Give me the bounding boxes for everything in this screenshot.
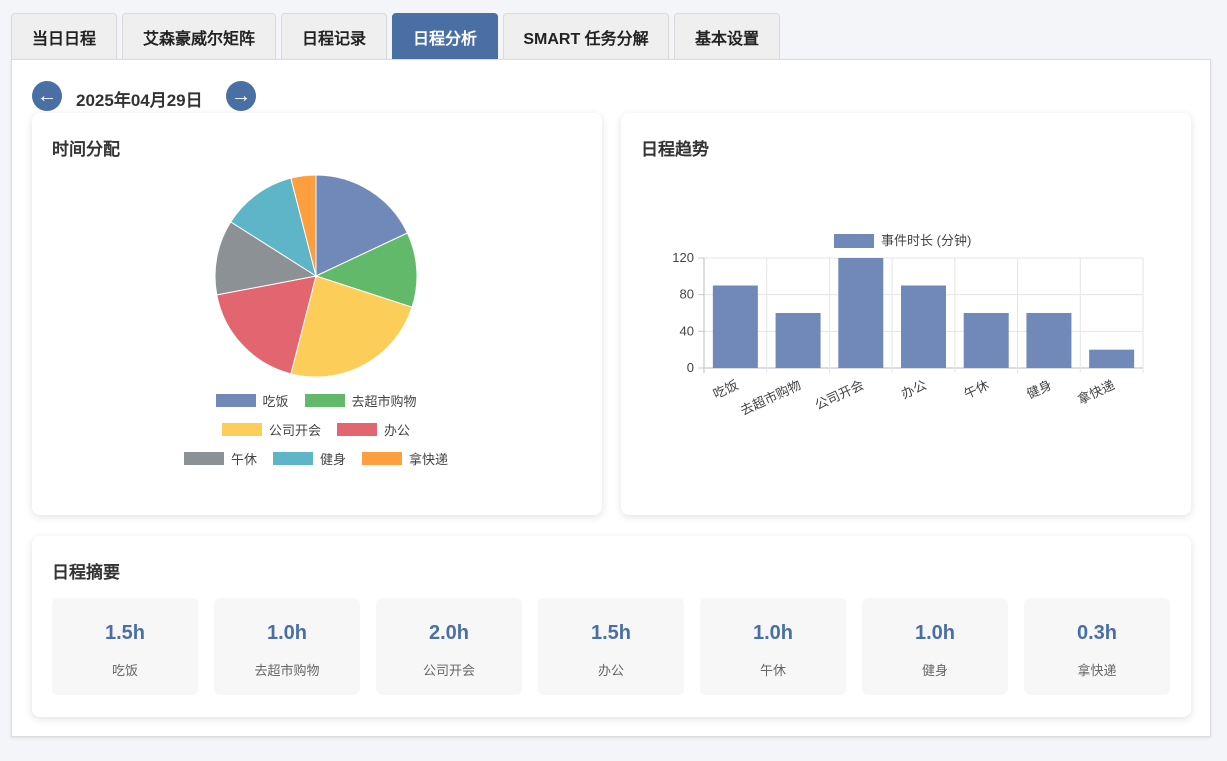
arrow-right-icon: → <box>231 85 251 107</box>
y-tick-label: 40 <box>680 323 694 338</box>
summary-item: 1.5h 办公 <box>538 598 684 695</box>
tab-daily-schedule[interactable]: 当日日程 <box>11 13 117 60</box>
y-tick-label: 120 <box>672 250 694 265</box>
legend-label: 办公 <box>384 423 411 438</box>
summary-value: 1.0h <box>752 622 794 644</box>
legend-swatch <box>304 394 345 407</box>
pie-legend-item[interactable]: 办公 <box>337 420 410 439</box>
bar[interactable] <box>901 285 946 369</box>
bar[interactable] <box>1026 313 1072 368</box>
legend-label: 午休 <box>231 452 258 467</box>
summary-label: 午休 <box>759 663 786 678</box>
trend-card: 日程趋势 事件时长 (分钟) 0 40 80 120 吃饭 去超市购物 公司开会 办公 午休 健身拿… <box>621 113 1191 515</box>
summary-value: 1.0h <box>266 622 308 644</box>
summary-label: 吃饭 <box>111 663 138 678</box>
summary-label: 办公 <box>597 663 624 678</box>
next-day-button[interactable]: → <box>226 81 256 111</box>
legend-swatch <box>362 452 402 465</box>
x-tick-label: 去超市购物 <box>738 377 803 418</box>
legend-label: 公司开会 <box>269 423 322 438</box>
legend-swatch <box>184 452 224 465</box>
summary-value: 1.5h <box>590 622 632 644</box>
x-tick-label: 健身 <box>1024 377 1054 402</box>
pie-legend-item[interactable]: 拿快递 <box>362 449 448 468</box>
summary-item: 0.3h 拿快递 <box>1024 598 1170 695</box>
arrow-left-icon: ← <box>37 85 57 107</box>
tab-schedule-analysis[interactable]: 日程分析 <box>392 13 498 60</box>
tab-eisenhower-matrix[interactable]: 艾森豪威尔矩阵 <box>122 13 276 60</box>
summary-item: 1.0h 午休 <box>700 598 846 695</box>
tab-schedule-records[interactable]: 日程记录 <box>281 13 387 60</box>
x-tick-label: 拿快递 <box>1075 377 1117 407</box>
legend-swatch <box>222 423 262 436</box>
y-tick-label: 80 <box>680 287 694 302</box>
pie-legend-item[interactable]: 公司开会 <box>222 420 321 439</box>
pie-legend-item[interactable]: 午休 <box>184 449 257 468</box>
bar[interactable] <box>712 285 758 369</box>
summary-item: 1.0h 去超市购物 <box>214 598 360 695</box>
legend-swatch <box>273 452 313 465</box>
analysis-panel: ← 2025年04月29日 → 时间分配 吃饭 去超市购物 公司开会 办公 午休 健身 拿快… <box>11 59 1211 737</box>
tab-basic-settings[interactable]: 基本设置 <box>674 13 780 60</box>
summary-label: 健身 <box>921 663 948 678</box>
legend-label: 吃饭 <box>262 394 289 409</box>
tab-smart-breakdown[interactable]: SMART 任务分解 <box>503 13 669 60</box>
bar-legend-swatch <box>834 234 874 248</box>
legend-label: 去超市购物 <box>351 394 417 409</box>
summary-item: 2.0h 公司开会 <box>376 598 522 695</box>
summary-item: 1.0h 健身 <box>862 598 1008 695</box>
legend-swatch <box>215 394 256 407</box>
time-allocation-card: 时间分配 吃饭 去超市购物 公司开会 办公 午休 健身 拿快递 <box>32 113 602 515</box>
bar[interactable] <box>1089 349 1135 368</box>
bar-chart: 事件时长 (分钟) 0 40 80 120 吃饭去超市购物 公司开会 办公 午休 健身 拿快递 <box>672 233 1144 418</box>
legend-swatch <box>337 423 377 436</box>
bar[interactable] <box>838 258 884 368</box>
summary-value: 0.3h <box>1076 622 1118 644</box>
pie-legend-item[interactable]: 去超市购物 <box>304 391 417 410</box>
summary-title: 日程摘要 <box>52 563 120 582</box>
bar-legend-label: 事件时长 (分钟) <box>881 233 971 248</box>
bar[interactable] <box>775 313 821 368</box>
summary-card: 日程摘要 1.5h 吃饭 1.0h 去超市购物 2.0h 公司开会 1.5h 办… <box>32 536 1191 717</box>
legend-label: 健身 <box>320 452 347 467</box>
summary-label: 公司开会 <box>422 663 475 678</box>
current-date: 2025年04月29日 <box>76 91 203 110</box>
summary-item: 1.5h 吃饭 <box>52 598 198 695</box>
pie-legend-item[interactable]: 吃饭 <box>215 391 289 410</box>
x-tick-label: 吃饭 <box>711 377 741 402</box>
summary-value: 2.0h <box>428 622 470 644</box>
summary-value: 1.5h <box>104 622 146 644</box>
pie-legend-item[interactable]: 健身 <box>273 449 346 468</box>
y-tick-label: 0 <box>687 360 694 375</box>
summary-label: 拿快递 <box>1077 663 1117 678</box>
x-tick-label: 办公 <box>899 377 929 402</box>
bar[interactable] <box>963 313 1009 368</box>
x-tick-label: 公司开会 <box>813 377 866 413</box>
summary-value: 1.0h <box>914 622 956 644</box>
legend-label: 拿快递 <box>409 452 449 467</box>
prev-day-button[interactable]: ← <box>32 81 62 111</box>
x-tick-label: 午休 <box>962 377 992 402</box>
summary-label: 去超市购物 <box>254 663 320 678</box>
